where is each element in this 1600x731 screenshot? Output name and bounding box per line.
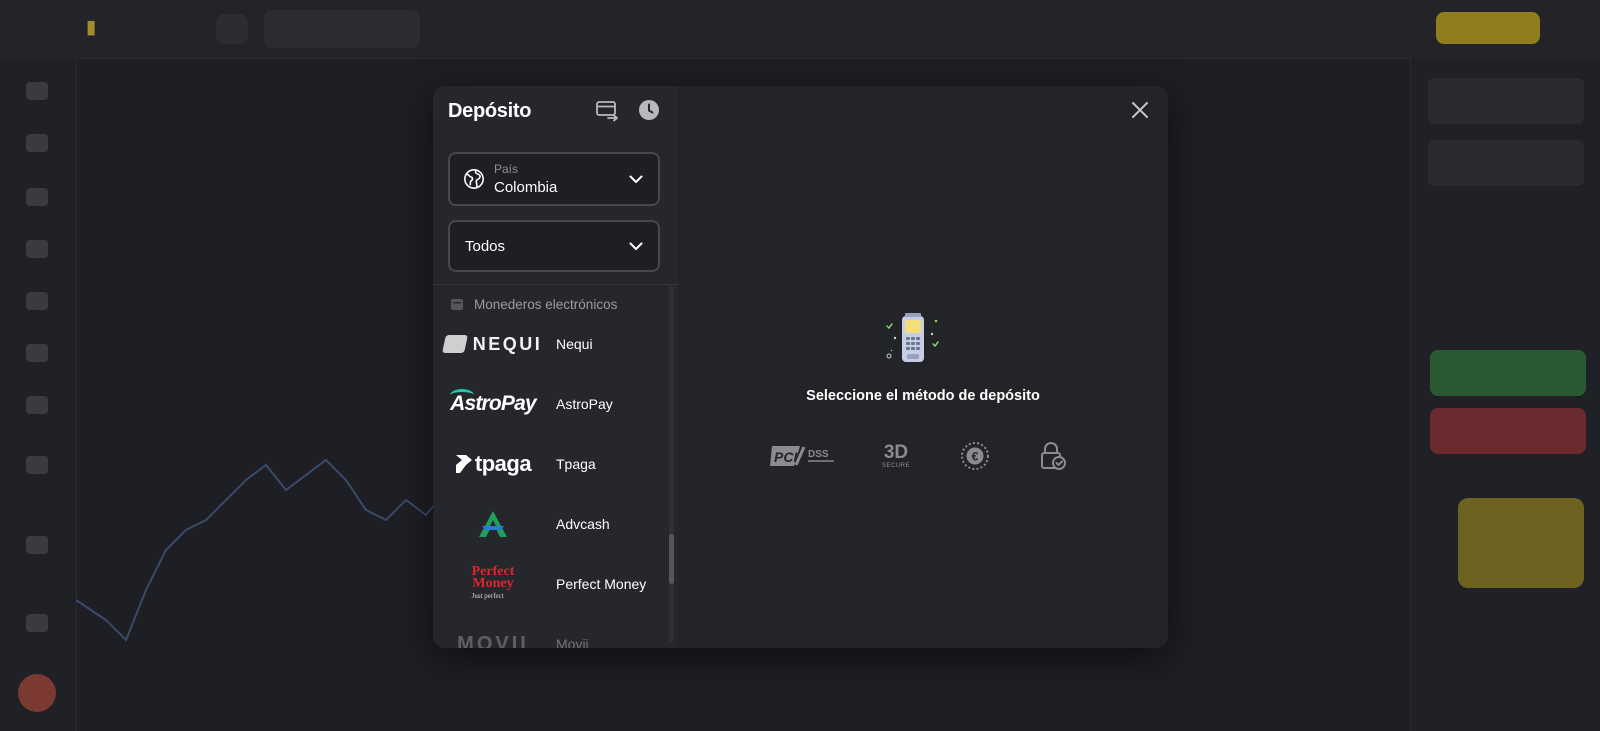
scrollbar-track[interactable]: [669, 286, 674, 642]
background-chip: [216, 14, 248, 44]
payment-method-advcash[interactable]: Advcash: [433, 496, 665, 552]
security-badges: PCI DSS 3D SECURE €: [678, 438, 1168, 474]
background-sidebar-icon: [26, 188, 48, 206]
pci-dss-badge: PCI DSS: [770, 438, 836, 474]
background-asset-selector: [264, 10, 420, 48]
background-sidebar-icon: [26, 614, 48, 632]
method-name: Perfect Money: [556, 576, 647, 592]
payment-method-nequi[interactable]: NEQUI Nequi: [433, 316, 665, 372]
deposit-details-pane: Seleccione el método de depósito PCI DSS…: [678, 86, 1168, 648]
payment-methods-pane: Depósito País Colombia Todos Monederos e…: [433, 86, 678, 648]
card-transfer-icon[interactable]: [595, 98, 619, 122]
chevron-down-icon: [629, 242, 643, 250]
astropay-logo: AstroPay: [445, 376, 541, 432]
background-avatar: [18, 674, 56, 712]
category-filter-select[interactable]: Todos: [448, 220, 660, 272]
background-sidebar-icon: [26, 82, 48, 100]
country-value: Colombia: [494, 179, 558, 196]
3d-secure-badge: 3D SECURE: [881, 441, 910, 469]
nequi-logo: NEQUI: [441, 316, 541, 372]
svg-text:€: €: [972, 450, 979, 464]
svg-text:DSS: DSS: [808, 449, 829, 460]
background-sidebar-icon: [26, 292, 48, 310]
background-buy-button: [1430, 350, 1586, 396]
background-sell-button: [1430, 408, 1586, 454]
background-deposit-button: [1436, 12, 1540, 44]
lock-check-icon: [1040, 438, 1066, 474]
tpaga-logo: tpaga: [445, 436, 541, 492]
perfect-money-logo: Perfect Money Just perfect: [471, 564, 515, 601]
method-name: Tpaga: [556, 456, 596, 472]
country-select[interactable]: País Colombia: [448, 152, 660, 206]
country-label: País: [494, 162, 519, 176]
background-sidebar-icon: [26, 134, 48, 152]
payment-method-perfect-money[interactable]: Perfect Money Just perfect Perfect Money: [433, 556, 665, 612]
method-name: Advcash: [556, 516, 610, 532]
method-name: Nequi: [556, 336, 593, 352]
background-field: [1428, 78, 1584, 124]
section-header-e-wallets: Monederos electrónicos: [450, 295, 617, 313]
svg-text:PCI: PCI: [774, 449, 798, 465]
payment-method-astropay[interactable]: AstroPay AstroPay: [433, 376, 665, 432]
filter-value: Todos: [465, 238, 506, 255]
empty-state-message: Seleccione el método de depósito: [806, 388, 1040, 404]
modal-title: Depósito: [448, 100, 532, 122]
payment-method-tpaga[interactable]: tpaga Tpaga: [433, 436, 665, 492]
scrollbar-thumb[interactable]: [669, 534, 674, 584]
background-note: [1458, 498, 1584, 588]
section-title: Monederos electrónicos: [474, 296, 618, 312]
movii-logo: MOVII: [457, 632, 529, 649]
euro-badge: €: [960, 438, 990, 474]
background-sidebar-icon: [26, 536, 48, 554]
method-name: AstroPay: [556, 396, 613, 412]
background-logo: ▮: [86, 17, 97, 38]
wallet-icon: [451, 299, 463, 310]
payment-terminal-icon: [886, 313, 939, 362]
background-field: [1428, 140, 1584, 186]
background-sidebar-icon: [26, 456, 48, 474]
background-sidebar-icon: [26, 344, 48, 362]
deposit-modal: Depósito País Colombia Todos Monederos e…: [433, 86, 1168, 648]
close-icon[interactable]: [1130, 100, 1150, 120]
advcash-logo: [445, 496, 541, 552]
payment-method-movii[interactable]: MOVII Movii: [433, 616, 665, 649]
background-sidebar-icon: [26, 396, 48, 414]
globe-icon: [464, 169, 484, 189]
chevron-down-icon: [629, 175, 643, 183]
payment-method-list[interactable]: Monederos electrónicos NEQUI Nequi Astro…: [433, 285, 678, 648]
clock-icon[interactable]: [637, 98, 661, 122]
background-sidebar-icon: [26, 240, 48, 258]
method-name: Movii: [556, 636, 589, 648]
